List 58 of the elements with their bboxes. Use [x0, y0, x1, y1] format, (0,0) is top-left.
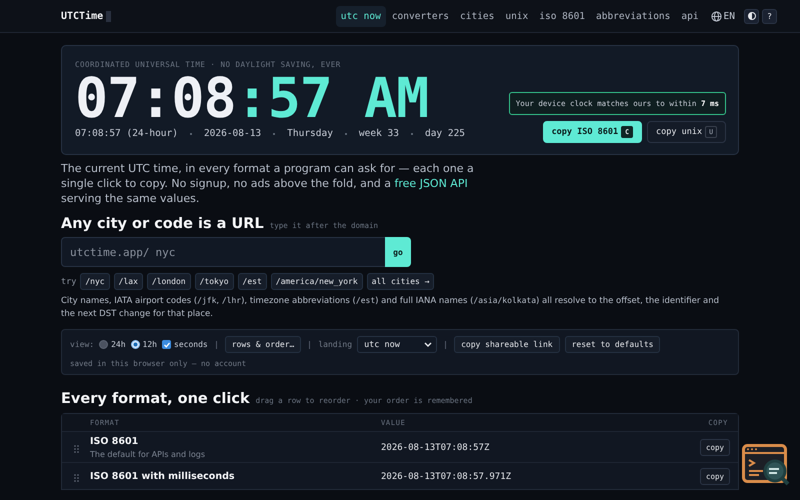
date-detail: 07:08:57 (24-hour) [75, 128, 178, 139]
go-button[interactable]: go [385, 237, 411, 267]
cursor-icon [106, 10, 112, 22]
try-label: try [61, 276, 76, 286]
help-text: City names, IATA airport codes (/jfk, /lhr), timezone abbreviations (/est) and full IANA names (/asia/kolkata) all resolve to the offset, the identifier and the next DST change for that place. [61, 295, 720, 321]
view-label: view: [70, 340, 94, 349]
section-heading: Any city or code is a URL [61, 216, 264, 232]
url-field[interactable]: utctime.app/ nyc [61, 237, 385, 267]
nav-link[interactable]: converters [386, 6, 454, 26]
api-link[interactable]: free JSON API [394, 177, 468, 190]
format-name: ISO 8601 [90, 436, 140, 447]
format-value: 2026-08-13T07:08:57.971Z [381, 472, 512, 482]
date-detail: day 225 [424, 128, 466, 139]
format-name: ISO 8601 with milliseconds [90, 471, 236, 482]
rows-order-button[interactable]: rows & order… [224, 336, 302, 353]
date-detail: week 33 [358, 128, 399, 139]
nav-link[interactable]: utc now [336, 6, 386, 26]
date-detail: Thursday [287, 128, 333, 139]
radio-option[interactable]: 12h [130, 340, 157, 349]
terminal-search-icon[interactable] [742, 444, 790, 488]
separator-dot [410, 132, 413, 134]
contrast-icon [748, 12, 756, 20]
settings-button[interactable]: copy shareable link [454, 336, 560, 353]
language-button[interactable]: EN [704, 10, 741, 22]
nav-link[interactable]: cities [455, 6, 500, 26]
checkmark-icon [162, 340, 170, 348]
url-prefix: utctime.app/ [70, 246, 150, 258]
nav-link[interactable]: unix [500, 6, 534, 26]
checkbox-option[interactable]: seconds [162, 340, 208, 349]
chevron-down-icon [424, 342, 432, 348]
radio-option[interactable]: 24h [99, 340, 126, 349]
path-chip[interactable]: /nyc [80, 273, 110, 290]
landing-select[interactable]: utc now [357, 336, 438, 353]
format-description: The default for APIs and logs [90, 450, 206, 459]
settings-button[interactable]: reset to defaults [564, 336, 660, 353]
path-chip[interactable]: /est [238, 273, 267, 290]
date-detail: 2026-08-13 [204, 128, 262, 139]
help-button[interactable]: ? [762, 8, 777, 24]
url-input[interactable]: nyc [155, 246, 377, 258]
section-heading: Every format, one click [61, 391, 250, 407]
landing-label: landing [318, 340, 352, 349]
path-chip[interactable]: all cities → [366, 273, 434, 290]
site-logo[interactable]: UTCTime [61, 10, 104, 22]
path-chip[interactable]: /lax [114, 273, 143, 290]
separator-dot [344, 132, 347, 134]
format-value: 2026-08-13T07:08:57Z [381, 442, 490, 452]
globe-icon [710, 10, 722, 22]
separator-dot [190, 132, 192, 134]
separator-dot [273, 132, 276, 134]
path-chip[interactable]: /america/new_york [270, 273, 363, 290]
clock-time: 07:08 [75, 66, 236, 130]
path-chip[interactable]: /tokyo [194, 273, 234, 290]
nav-link[interactable]: iso 8601 [534, 6, 590, 26]
nav-link[interactable]: api [676, 6, 704, 26]
intro-text: The current UTC time, in every format a program can ask for — each one a single click to copy. No signup, no ads above the fold, and a free JSON API serving the same values. [61, 161, 475, 206]
nav-link[interactable]: abbreviations [591, 6, 676, 26]
theme-button[interactable] [744, 8, 759, 24]
path-chip[interactable]: /london [146, 273, 191, 290]
